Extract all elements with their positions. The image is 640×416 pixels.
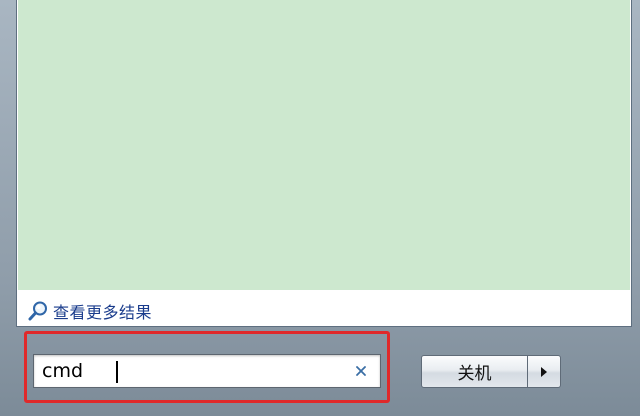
shutdown-options-button[interactable]: [528, 355, 561, 388]
clear-x-icon[interactable]: [352, 362, 370, 380]
search-results-area: [18, 0, 630, 290]
start-menu: 查看更多结果 关机: [0, 0, 640, 416]
see-more-results-link[interactable]: 查看更多结果: [27, 299, 152, 323]
triangle-right-icon: [541, 366, 547, 377]
shutdown-button[interactable]: 关机: [421, 355, 528, 388]
magnifier-icon: [28, 301, 47, 321]
search-results-panel: 查看更多结果: [16, 0, 632, 327]
search-box: [33, 354, 381, 388]
text-caret: [116, 361, 118, 383]
search-input[interactable]: [34, 356, 342, 386]
see-more-results-label: 查看更多结果: [53, 303, 153, 322]
shutdown-control: 关机: [421, 355, 561, 388]
